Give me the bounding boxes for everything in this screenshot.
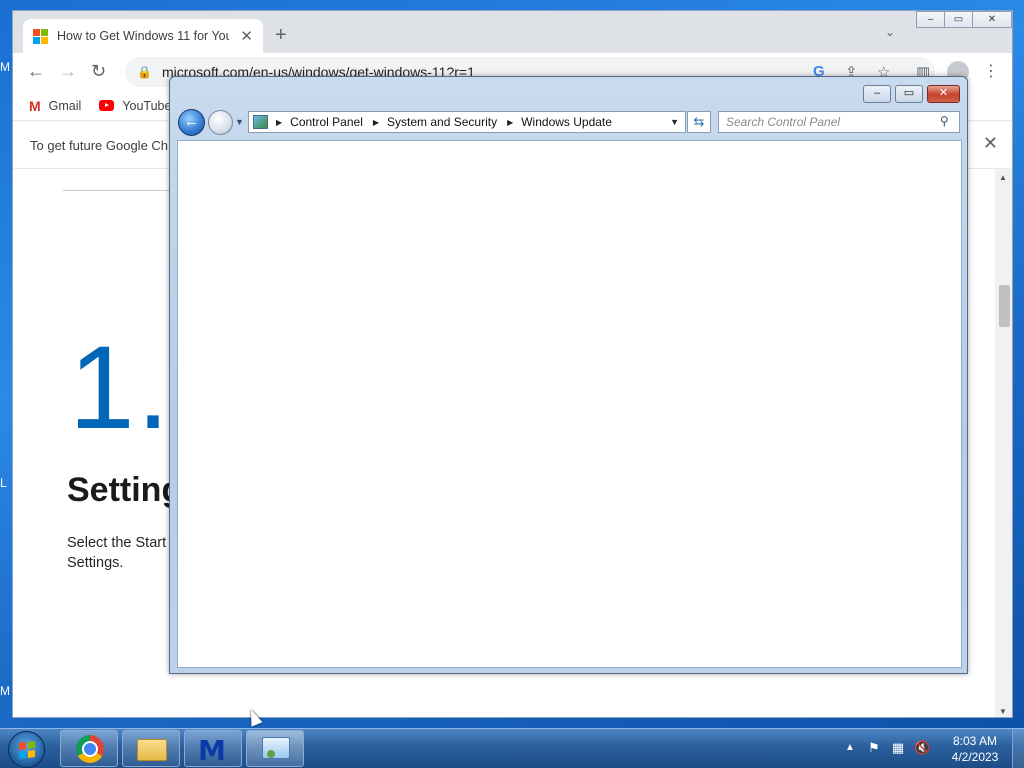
scrollbar-thumb[interactable]	[999, 285, 1010, 327]
cp-minimize-button[interactable]: –	[863, 85, 891, 103]
system-clock[interactable]: 8:03 AM 4/2/2023	[942, 733, 1008, 765]
clock-time: 8:03 AM	[952, 734, 998, 748]
page-scrollbar[interactable]: ▲ ▼	[995, 169, 1012, 717]
reload-icon[interactable]: ↻	[91, 61, 106, 82]
back-arrow-icon[interactable]: ←	[27, 61, 45, 82]
scroll-up-icon[interactable]: ▲	[999, 173, 1007, 182]
volume-muted-icon[interactable]: 🔇	[914, 740, 930, 756]
control-panel-icon	[253, 115, 268, 129]
desktop-icon-label: M	[0, 684, 10, 698]
step-heading: Setting	[67, 471, 183, 509]
breadcrumb-chevron-icon[interactable]: ▶	[373, 118, 379, 127]
lock-icon: 🔒	[137, 65, 152, 79]
clock-date: 4/2/2023	[951, 750, 999, 764]
start-button[interactable]	[8, 731, 45, 768]
tab-close-icon[interactable]: ✕	[240, 27, 253, 45]
step-number: 1.	[69, 322, 172, 454]
show-hidden-icons-icon[interactable]: ▲	[845, 742, 855, 753]
step-description: Select the Start Settings.	[67, 535, 167, 571]
cp-close-button[interactable]: ✕	[927, 85, 960, 103]
cp-maximize-button[interactable]: ▭	[895, 85, 923, 103]
show-desktop-button[interactable]	[1012, 729, 1024, 768]
taskbar-malwarebytes-button[interactable]: M	[184, 730, 242, 767]
chrome-close-button[interactable]: ✕	[972, 11, 1012, 28]
taskbar: M ▲ ⚑ ▦ 🔇 8:03 AM 4/2/2023	[0, 728, 1024, 768]
address-dropdown-icon[interactable]: ▼	[670, 117, 679, 127]
malwarebytes-icon: M	[198, 734, 226, 767]
chrome-restore-button[interactable]: ▭	[944, 11, 973, 28]
scroll-down-icon[interactable]: ▼	[999, 707, 1007, 716]
chrome-icon	[76, 735, 104, 763]
microsoft-logo-icon	[33, 28, 48, 44]
folder-icon	[137, 739, 167, 761]
desktop-icon-label: L	[0, 476, 7, 490]
tab-strip: How to Get Windows 11 for Your ✕ + ⌄ – ▭…	[13, 11, 1012, 53]
back-arrow-icon[interactable]: ←	[178, 109, 205, 136]
infobar-text: To get future Google Ch	[30, 137, 169, 153]
forward-arrow-icon[interactable]	[208, 110, 233, 135]
forward-arrow-icon[interactable]: →	[59, 61, 77, 82]
bookmark-label: Gmail	[48, 98, 82, 113]
action-center-flag-icon[interactable]: ⚑	[866, 740, 882, 756]
chrome-minimize-button[interactable]: –	[916, 11, 945, 28]
search-input[interactable]	[718, 111, 960, 133]
control-panel-content-pane	[177, 140, 962, 668]
control-panel-window: – ▭ ✕ ← ▼ ▶ Control Panel ▶ System and S…	[169, 76, 968, 674]
breadcrumb-chevron-icon[interactable]: ▶	[507, 118, 513, 127]
bookmark-gmail[interactable]: M Gmail	[29, 98, 81, 114]
tab-search-icon[interactable]: ⌄	[885, 25, 895, 39]
network-icon[interactable]: ▦	[890, 740, 906, 756]
desktop-icon-label: M	[0, 60, 10, 74]
bookmark-label: YouTube	[122, 98, 172, 113]
youtube-icon	[99, 100, 115, 111]
recent-pages-chevron-icon[interactable]: ▼	[235, 117, 244, 127]
search-icon[interactable]: ⚲	[940, 114, 949, 128]
breadcrumb-control-panel[interactable]: Control Panel	[290, 115, 363, 129]
breadcrumb-windows-update[interactable]: Windows Update	[521, 115, 612, 129]
new-tab-button[interactable]: +	[275, 24, 287, 47]
browser-tab[interactable]: How to Get Windows 11 for Your ✕	[23, 19, 263, 53]
taskbar-control-panel-button[interactable]	[246, 730, 304, 767]
refresh-icon[interactable]: ⇆	[687, 111, 711, 133]
breadcrumb-chevron-icon[interactable]: ▶	[276, 118, 282, 127]
bookmark-youtube[interactable]: YouTube	[99, 99, 171, 113]
windows-logo-icon	[19, 741, 35, 759]
tab-title: How to Get Windows 11 for Your	[57, 29, 229, 43]
infobar-close-icon[interactable]: ✕	[983, 133, 998, 154]
control-panel-icon	[262, 737, 290, 759]
taskbar-explorer-button[interactable]	[122, 730, 180, 767]
breadcrumb-system-and-security[interactable]: System and Security	[387, 115, 497, 129]
breadcrumb[interactable]: ▶ Control Panel ▶ System and Security ▶ …	[248, 111, 686, 133]
chrome-menu-icon[interactable]: ⋮	[983, 61, 999, 81]
gmail-icon: M	[29, 97, 41, 114]
taskbar-chrome-button[interactable]	[60, 730, 118, 767]
